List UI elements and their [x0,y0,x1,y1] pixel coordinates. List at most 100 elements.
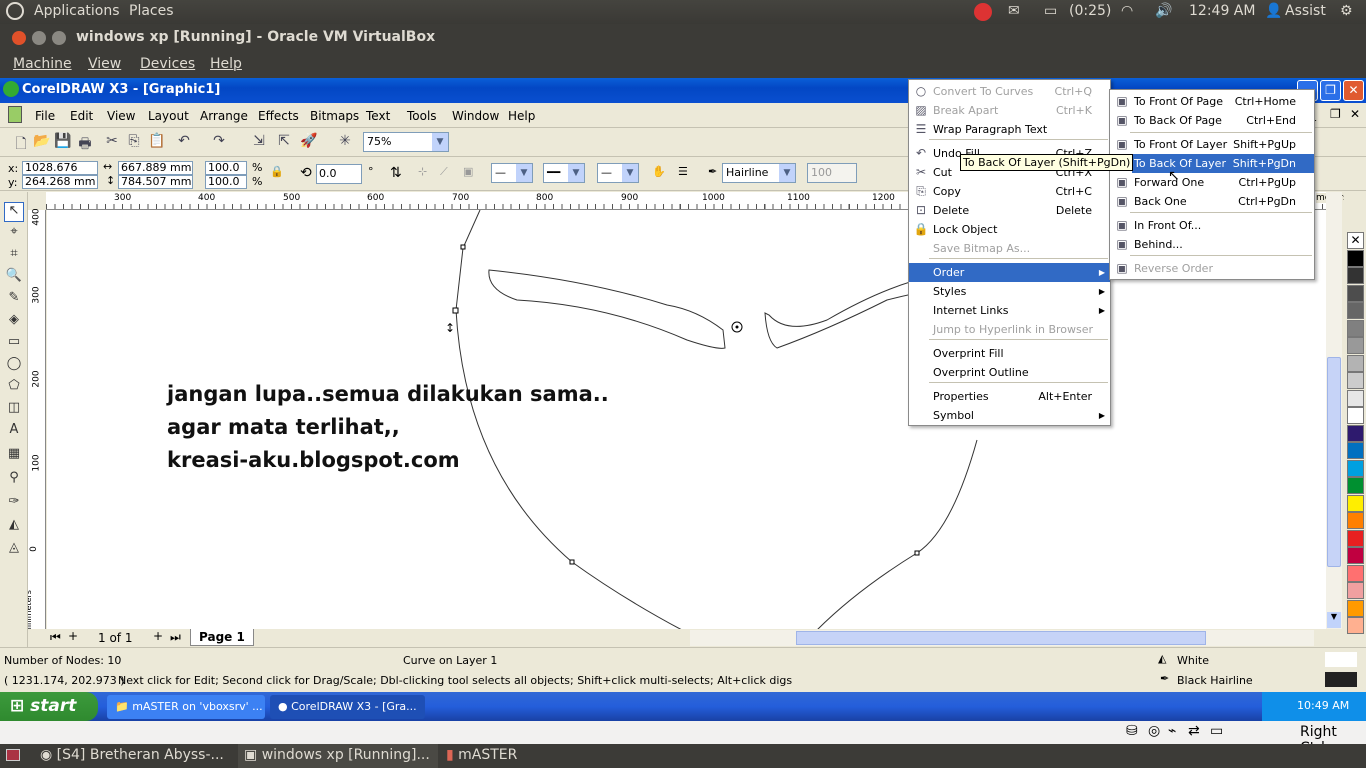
task-coreldraw[interactable]: ● CorelDRAW X3 - [Gra... [270,695,425,719]
menu-item-in-front-of[interactable]: ▣ In Front Of... [1110,216,1314,235]
menu-devices[interactable]: Devices [140,56,195,72]
color-swatch[interactable] [1347,407,1364,424]
lock-ratio-icon[interactable]: 🔒 [270,165,284,178]
export-icon[interactable]: ⇱ [275,133,293,151]
menu-text[interactable]: Text [366,109,390,123]
corel-online-icon[interactable]: ✳ [336,133,354,151]
chevron-down-icon[interactable]: ▼ [568,164,584,182]
menu-item-convert-to-curves[interactable]: ○ Convert To Curves Ctrl+Q [909,82,1110,101]
ubuntu-logo-icon[interactable] [6,2,24,20]
new-icon[interactable]: 🗋 [12,133,30,152]
add-page-button[interactable]: + [68,629,78,643]
doc-close-button[interactable]: ✕ [1350,107,1360,121]
fill-swatch[interactable] [1325,652,1357,667]
outline-tool-icon[interactable]: ✑ [4,494,24,514]
color-swatch[interactable] [1347,337,1364,354]
menu-item-copy[interactable]: ⎘ Copy Ctrl+C [909,182,1110,201]
menu-item-symbol[interactable]: Symbol ▶ [909,406,1110,425]
maximize-icon[interactable] [52,31,66,45]
close-curve-icon[interactable]: ✋ [652,165,666,178]
gear-icon[interactable]: ⚙ [1340,3,1353,19]
menu-item-wrap-paragraph-text[interactable]: ☰ Wrap Paragraph Text [909,120,1110,139]
cd-icon[interactable]: ◎ [1148,723,1160,739]
menu-edit[interactable]: Edit [70,109,93,123]
menu-view[interactable]: View [107,109,135,123]
color-swatch[interactable] [1347,582,1364,599]
line-style-select[interactable]: ━━ ▼ [543,163,585,183]
color-swatch[interactable] [1347,302,1364,319]
menu-machine[interactable]: Machine [13,56,72,72]
shared-folder-icon[interactable]: ▭ [1210,723,1223,739]
last-page-button[interactable]: ⏭ [170,630,181,645]
color-swatch[interactable] [1347,389,1364,407]
rotation-field[interactable]: 0.0 [316,164,362,184]
cut-icon[interactable]: ✂ [103,133,121,151]
menu-layout[interactable]: Layout [148,109,189,123]
end-arrow-select[interactable]: — ▼ [597,163,639,183]
color-swatch[interactable] [1347,372,1364,389]
color-swatch[interactable] [1347,547,1364,564]
x-position-field[interactable]: 1028.676 mm [22,161,98,186]
menu-item-to-back-of-page[interactable]: ▣ To Back Of Page Ctrl+End [1110,111,1314,130]
color-swatch[interactable] [1347,617,1364,634]
eyedropper-icon[interactable]: ⚲ [4,470,24,490]
interactive-blend-icon[interactable]: ▦ [4,446,24,466]
menu-item-jump-to-hyperlink-in-browser[interactable]: Jump to Hyperlink in Browser [909,320,1110,339]
chevron-down-icon[interactable]: ▼ [622,164,638,182]
zoom-select[interactable]: 75% ▼ [363,132,449,152]
network-icon[interactable]: ⇄ [1188,723,1200,739]
first-page-button[interactable]: ⏮ [50,630,61,645]
scale-x-field[interactable]: 100.0 [205,161,247,175]
save-icon[interactable]: 💾 [54,133,72,151]
wifi-icon[interactable]: ◠ [1121,3,1133,19]
canvas-text[interactable]: jangan lupa..semua dilakukan sama.. agar… [167,378,609,477]
color-swatch[interactable] [1347,284,1364,302]
freehand-tool-icon[interactable]: ✎ [4,290,24,310]
color-swatch[interactable] [1347,249,1364,267]
print-icon[interactable]: 🖶 [76,133,94,152]
polygon-tool-icon[interactable]: ⬠ [4,378,24,398]
crop-tool-icon[interactable]: ⌗ [4,246,24,266]
wrap-text-icon[interactable]: ☰ [678,165,688,178]
menu-item-reverse-order[interactable]: ▣ Reverse Order [1110,259,1314,278]
task-folder[interactable]: ▮ mASTER [446,747,517,763]
line-node-icon[interactable]: ⟋ [440,165,448,179]
open-icon[interactable]: 📂 [33,133,51,151]
menu-effects[interactable]: Effects [258,109,299,123]
battery-icon[interactable]: ▭ [1044,3,1057,19]
chevron-down-icon[interactable]: ▼ [779,164,795,182]
mirror-icon[interactable]: ⇅ [390,165,402,181]
volume-icon[interactable]: 🔊 [1155,3,1172,19]
fill-tool-icon[interactable]: ◭ [4,517,24,537]
task-folder[interactable]: 📁 mASTER on 'vboxsrv' ... [107,695,265,719]
menu-bitmaps[interactable]: Bitmaps [310,109,359,123]
applications-menu[interactable]: Applications [34,3,120,19]
menu-item-to-front-of-layer[interactable]: ▣ To Front Of Layer Shift+PgUp [1110,135,1314,154]
menu-item-styles[interactable]: Styles ▶ [909,282,1110,301]
color-swatch[interactable] [1347,319,1364,337]
menu-item-properties[interactable]: Properties Alt+Enter [909,387,1110,406]
show-desktop-icon[interactable] [6,749,20,761]
color-swatch[interactable] [1347,354,1364,372]
chevron-down-icon[interactable]: ▼ [516,164,532,182]
close-button[interactable]: ✕ [1343,80,1364,101]
ellipse-tool-icon[interactable]: ◯ [4,356,24,376]
color-swatch[interactable] [1347,442,1364,459]
undo-icon[interactable]: ↶ [175,133,193,151]
hdd-icon[interactable]: ⛁ [1126,723,1138,739]
scroll-down-arrow[interactable]: ▼ [1327,612,1341,628]
menu-item-order[interactable]: Order ▶ [909,263,1110,282]
battery-time[interactable]: (0:25) [1069,3,1111,19]
import-icon[interactable]: ⇲ [250,133,268,151]
chevron-down-icon[interactable]: ▼ [432,133,448,151]
vertical-scrollbar[interactable]: ▼ [1326,192,1342,630]
task-virtualbox[interactable]: ▣ windows xp [Running]... [238,744,438,768]
no-color-swatch[interactable]: ✕ [1347,232,1364,249]
menu-item-internet-links[interactable]: Internet Links ▶ [909,301,1110,320]
curve-node-icon[interactable]: ▣ [463,165,473,178]
menu-item-to-back-of-layer[interactable]: ▣To Back Of LayerShift+PgDn [1116,154,1314,173]
minimize-icon[interactable] [32,31,46,45]
color-swatch[interactable] [1347,477,1364,494]
mail-icon[interactable]: ✉ [1008,3,1020,19]
zoom-tool-icon[interactable]: 🔍 [4,268,24,288]
